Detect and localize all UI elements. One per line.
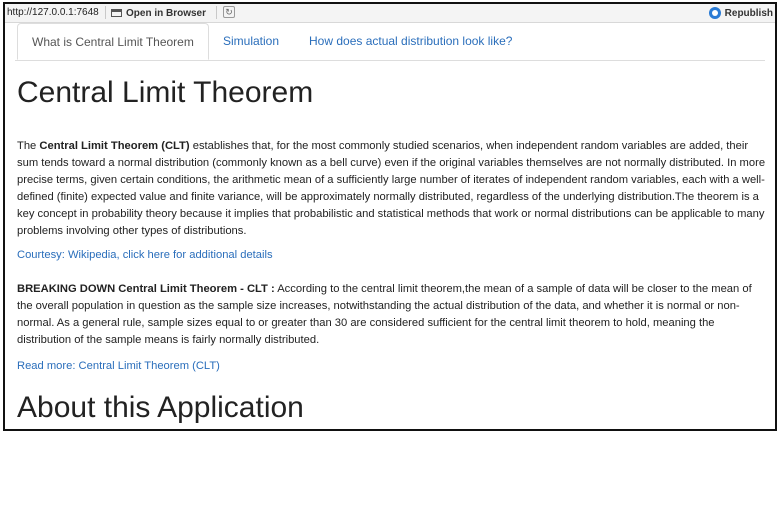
republish-icon (708, 7, 721, 19)
intro-bold: Central Limit Theorem (CLT) (39, 140, 190, 152)
republish-label: Republish (724, 7, 773, 19)
open-in-browser-button[interactable]: Open in Browser (111, 6, 206, 20)
republish-button[interactable]: Republish (708, 6, 773, 20)
app-frame: http://127.0.0.1:7648 Open in Browser ↻ … (3, 2, 777, 431)
toolbar-divider (105, 6, 106, 19)
courtesy-link[interactable]: Courtesy: Wikipedia, click here for addi… (17, 249, 273, 261)
open-in-browser-label: Open in Browser (126, 7, 207, 19)
tab-what-is-clt[interactable]: What is Central Limit Theorem (17, 23, 209, 60)
viewer-toolbar: http://127.0.0.1:7648 Open in Browser ↻ … (5, 4, 775, 23)
tab-simulation[interactable]: Simulation (209, 23, 293, 59)
tab-bar: What is Central Limit Theorem Simulation… (15, 23, 765, 61)
window-icon (111, 9, 122, 17)
breakdown-paragraph: BREAKING DOWN Central Limit Theorem - CL… (17, 281, 769, 349)
read-more-link[interactable]: Read more: Central Limit Theorem (CLT) (17, 360, 220, 372)
about-title: About this Application (17, 391, 304, 424)
toolbar-divider (216, 6, 217, 19)
refresh-icon[interactable]: ↻ (223, 6, 235, 18)
url-text[interactable]: http://127.0.0.1:7648 (7, 7, 99, 18)
breakdown-bold: BREAKING DOWN Central Limit Theorem - CL… (17, 283, 275, 295)
intro-paragraph: The Central Limit Theorem (CLT) establis… (17, 138, 769, 240)
tab-actual-distribution[interactable]: How does actual distribution look like? (295, 23, 526, 59)
intro-prefix: The (17, 140, 40, 152)
page-title: Central Limit Theorem (17, 76, 314, 109)
intro-text: establishes that, for the most commonly … (17, 140, 766, 237)
